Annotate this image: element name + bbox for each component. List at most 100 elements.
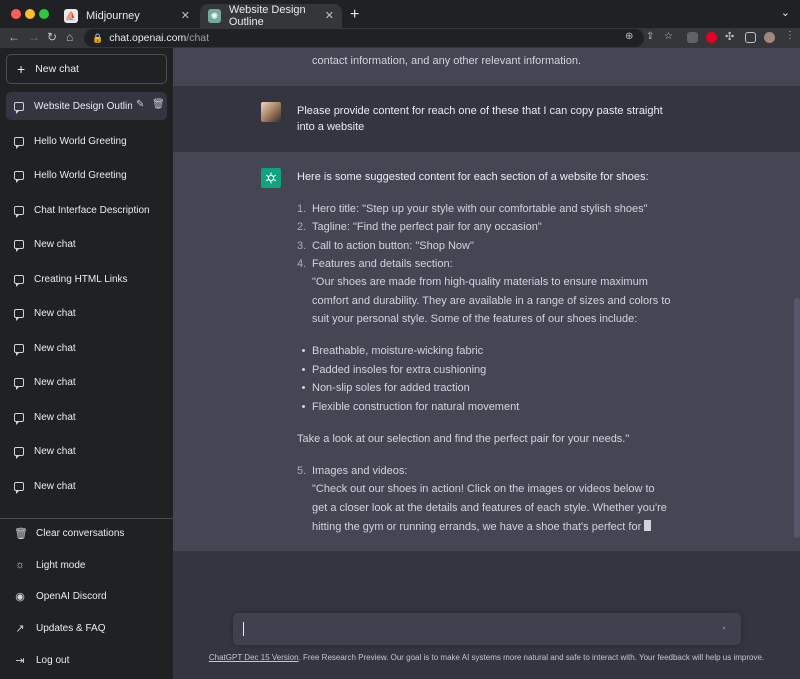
- plus-icon: +: [17, 61, 26, 77]
- back-icon[interactable]: ←: [8, 30, 20, 44]
- tab-title: Website Design Outline: [228, 4, 306, 28]
- avatar: [261, 102, 281, 122]
- browser-toolbar: ← → ↻ ⌂ 🔒 chat.openai.com/chat ⊕ ⇪ ☆ ✣ ⋮: [0, 28, 800, 48]
- list-number: 5.: [297, 465, 307, 477]
- chat-bubble-icon: [14, 446, 24, 459]
- edit-pencil-icon[interactable]: ✎: [136, 99, 144, 110]
- version-link[interactable]: ChatGPT Dec 15 Version: [209, 653, 299, 662]
- bullet-dot: [302, 386, 305, 389]
- chat-bubble-icon: [14, 412, 24, 425]
- clear-conversations-button[interactable]: 🗑 Clear conversations: [6, 519, 167, 547]
- openai-favicon-icon: ✺: [208, 9, 221, 23]
- chat-bubble-icon: [14, 101, 24, 114]
- openai-discord-link[interactable]: ◉ OpenAI Discord: [6, 582, 167, 610]
- sidebar-item-chat[interactable]: New chat: [6, 437, 167, 465]
- sidebar-item-label: New chat: [34, 307, 76, 319]
- sidebar-item-chat[interactable]: New chat: [6, 403, 167, 431]
- sidebar-item-chat[interactable]: Chat Interface Description: [6, 196, 167, 224]
- chat-bubble-icon: [14, 308, 24, 321]
- bullet-dot: [302, 368, 305, 371]
- sidebar: + New chat Website Design Outlin ✎ 🗑 Hel…: [0, 48, 173, 679]
- sidebar-item-chat[interactable]: New chat: [6, 299, 167, 327]
- assistant-message-previous: contact information, and any other relev…: [173, 48, 800, 86]
- close-icon[interactable]: ✕: [325, 9, 334, 22]
- tab-midjourney[interactable]: ⛵ Midjourney ✕: [56, 4, 198, 28]
- assistant-intro: Here is some suggested content for each …: [297, 171, 649, 183]
- lock-icon: 🔒: [92, 32, 104, 43]
- pinterest-extension-icon[interactable]: [706, 32, 717, 43]
- tab-website-design-outline[interactable]: ✺ Website Design Outline ✕: [200, 4, 342, 28]
- scrollbar[interactable]: [794, 298, 800, 538]
- window-zoom-button[interactable]: [39, 9, 49, 19]
- chat-input[interactable]: [233, 613, 741, 645]
- chat-bubble-icon: [14, 170, 24, 183]
- light-mode-button[interactable]: ☼ Light mode: [6, 551, 167, 579]
- bullet-item: Flexible construction for natural moveme…: [312, 401, 520, 413]
- openai-logo-icon: [261, 168, 281, 188]
- profile-avatar[interactable]: [764, 32, 775, 43]
- window-close-button[interactable]: [11, 9, 21, 19]
- message-line: into a website: [297, 121, 365, 133]
- updates-faq-link[interactable]: ↗ Updates & FAQ: [6, 614, 167, 642]
- sidebar-item-chat[interactable]: Creating HTML Links: [6, 265, 167, 293]
- paragraph-line: "Check out our shoes in action! Click on…: [312, 483, 655, 495]
- sidebar-item-chat[interactable]: Hello World Greeting: [6, 161, 167, 189]
- paragraph-line-text: hitting the gym or running errands, we h…: [312, 521, 642, 533]
- send-icon[interactable]: [723, 627, 725, 629]
- sun-icon: ☼: [14, 559, 26, 571]
- discord-label: OpenAI Discord: [36, 590, 107, 602]
- forward-icon[interactable]: →: [28, 30, 40, 44]
- message-text: contact information, and any other relev…: [312, 55, 582, 67]
- chat-bubble-icon: [14, 205, 24, 218]
- kebab-menu-icon[interactable]: ⋮: [785, 30, 795, 41]
- browser-tab-bar: ⛵ Midjourney ✕ ✺ Website Design Outline …: [0, 0, 800, 28]
- trash-icon: 🗑: [14, 527, 28, 540]
- sidebar-item-website-design-outline[interactable]: Website Design Outlin ✎ 🗑: [6, 92, 167, 120]
- paragraph-line: get a closer look at the details and fea…: [312, 502, 667, 514]
- sidebar-item-chat[interactable]: New chat: [6, 368, 167, 396]
- clear-conversations-label: Clear conversations: [36, 527, 125, 539]
- list-item: Call to action button: "Shop Now": [312, 240, 474, 252]
- bookmark-star-icon[interactable]: ☆: [664, 31, 673, 42]
- tab-title: Midjourney: [86, 10, 140, 22]
- chat-bubble-icon: [14, 274, 24, 287]
- paragraph-line: comfort and durability. They are availab…: [312, 295, 671, 307]
- share-icon[interactable]: ⇪: [646, 31, 654, 42]
- zoom-icon[interactable]: ⊕: [625, 31, 633, 42]
- bullet-item: Breathable, moisture-wicking fabric: [312, 345, 484, 357]
- sidebar-item-chat[interactable]: Hello World Greeting: [6, 127, 167, 155]
- list-item: Hero title: "Step up your style with our…: [312, 203, 648, 215]
- sidebar-item-label: New chat: [34, 480, 76, 492]
- sidebar-item-label: Creating HTML Links: [34, 273, 128, 285]
- reload-icon[interactable]: ↻: [47, 30, 57, 44]
- midjourney-favicon-icon: ⛵: [64, 9, 78, 23]
- chat-bubble-icon: [14, 377, 24, 390]
- footer-disclaimer: ChatGPT Dec 15 Version. Free Research Pr…: [173, 653, 800, 662]
- bullet-dot: [302, 405, 305, 408]
- new-tab-icon[interactable]: +: [350, 6, 359, 24]
- external-link-icon: ↗: [15, 622, 25, 635]
- close-icon[interactable]: ✕: [181, 9, 190, 22]
- window-minimize-button[interactable]: [25, 9, 35, 19]
- trash-icon[interactable]: 🗑: [152, 99, 165, 110]
- address-bar[interactable]: 🔒 chat.openai.com/chat: [84, 29, 644, 47]
- assistant-message: Here is some suggested content for each …: [173, 152, 800, 551]
- discord-icon: ◉: [15, 590, 25, 603]
- new-chat-button[interactable]: + New chat: [6, 54, 167, 84]
- sidebar-item-chat[interactable]: New chat: [6, 230, 167, 258]
- paragraph-line: hitting the gym or running errands, we h…: [312, 520, 652, 533]
- chevron-down-icon[interactable]: ⌄: [781, 6, 790, 19]
- chat-bubble-icon: [14, 481, 24, 494]
- log-out-button[interactable]: ⇥ Log out: [6, 646, 167, 674]
- home-icon[interactable]: ⌂: [66, 30, 73, 44]
- sidebar-item-chat[interactable]: New chat: [6, 334, 167, 362]
- puzzle-extensions-icon[interactable]: ✣: [725, 30, 734, 43]
- mail-extension-icon[interactable]: [687, 32, 698, 43]
- side-panel-icon[interactable]: [745, 32, 756, 43]
- paragraph-line: "Our shoes are made from high-quality ma…: [312, 276, 648, 288]
- chat-bubble-icon: [14, 343, 24, 356]
- user-message: Please provide content for reach one of …: [173, 86, 800, 152]
- list-item: Tagline: "Find the perfect pair for any …: [312, 221, 542, 233]
- sidebar-item-chat[interactable]: New chat: [6, 472, 167, 500]
- updates-faq-label: Updates & FAQ: [36, 622, 106, 634]
